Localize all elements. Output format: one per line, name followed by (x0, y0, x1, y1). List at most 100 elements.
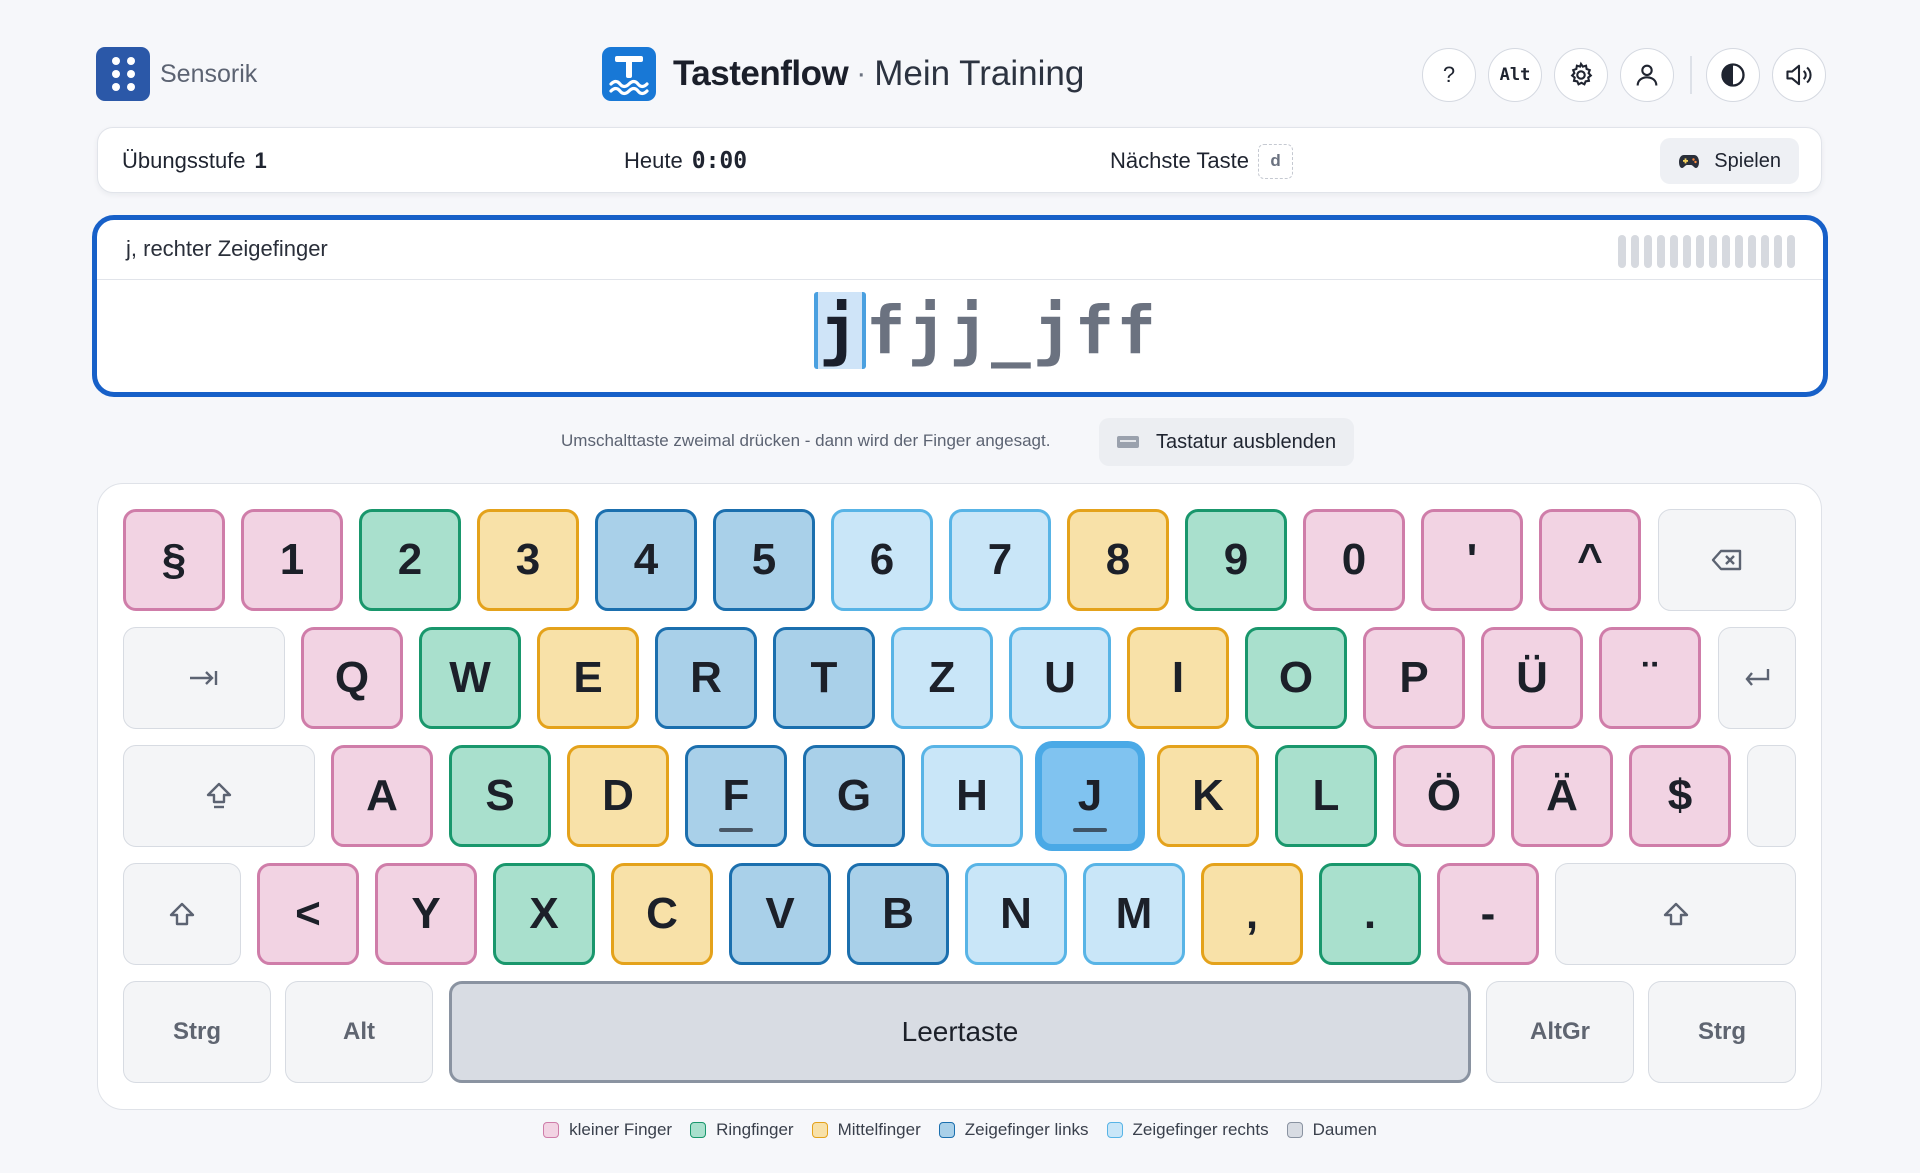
key-1-4[interactable]: 3 (477, 509, 579, 611)
key-label: M (1115, 889, 1153, 938)
key-4-3[interactable]: X (493, 863, 595, 965)
key-label: S (485, 771, 515, 820)
key-label: ' (1466, 535, 1478, 584)
help-button[interactable]: ? (1422, 48, 1476, 102)
gear-icon (1570, 61, 1593, 86)
key-2-8[interactable]: I (1127, 627, 1229, 729)
key-3-10[interactable]: Ö (1393, 745, 1495, 847)
contrast-button[interactable] (1706, 48, 1760, 102)
shift-right-key[interactable] (1555, 863, 1796, 965)
ctrl-right-key[interactable]: Strg (1648, 981, 1796, 1083)
key-2-7[interactable]: U (1009, 627, 1111, 729)
key-4-11[interactable]: - (1437, 863, 1539, 965)
legend-label: Zeigefinger rechts (1132, 1120, 1269, 1139)
key-1-3[interactable]: 2 (359, 509, 461, 611)
key-label: F (722, 771, 750, 820)
shift-left-key[interactable] (123, 863, 241, 965)
key-3-5[interactable]: G (803, 745, 905, 847)
progress-segment (1631, 235, 1639, 268)
key-1-8[interactable]: 7 (949, 509, 1051, 611)
legend-label: kleiner Finger (569, 1120, 673, 1139)
key-1-12[interactable]: ' (1421, 509, 1523, 611)
ctrl-left-key[interactable]: Strg (123, 981, 271, 1083)
hide-keyboard-button[interactable]: Tastatur ausblenden (1099, 418, 1355, 466)
key-1-11[interactable]: 0 (1303, 509, 1405, 611)
key-2-10[interactable]: P (1363, 627, 1465, 729)
key-label: Z (928, 653, 956, 702)
key-label: ^ (1577, 535, 1603, 584)
key-label: V (765, 889, 795, 938)
t-wave-logo-icon (602, 47, 656, 101)
key-2-4[interactable]: R (655, 627, 757, 729)
capslock-key[interactable] (123, 745, 315, 847)
key-4-7[interactable]: N (965, 863, 1067, 965)
space-key[interactable]: Leertaste (449, 981, 1471, 1083)
key-3-9[interactable]: L (1275, 745, 1377, 847)
key-4-2[interactable]: Y (375, 863, 477, 965)
key-4-8[interactable]: M (1083, 863, 1185, 965)
key-3-1[interactable]: A (331, 745, 433, 847)
hash-key[interactable] (1747, 745, 1796, 847)
progress-segment (1774, 235, 1782, 268)
key-1-6[interactable]: 5 (713, 509, 815, 611)
key-3-3[interactable]: D (567, 745, 669, 847)
key-1-10[interactable]: 9 (1185, 509, 1287, 611)
backspace-key[interactable] (1658, 509, 1796, 611)
key-3-11[interactable]: Ä (1511, 745, 1613, 847)
space-key-label: Leertaste (901, 1016, 1019, 1047)
key-1-13[interactable]: ^ (1539, 509, 1641, 611)
key-4-1[interactable]: < (257, 863, 359, 965)
play-button[interactable]: Spielen (1660, 138, 1799, 184)
key-2-12[interactable]: ¨ (1599, 627, 1701, 729)
key-3-2[interactable]: S (449, 745, 551, 847)
capslock-icon (206, 782, 232, 809)
key-3-4[interactable]: F (685, 745, 787, 847)
settings-button[interactable] (1554, 48, 1608, 102)
progress-segment (1657, 235, 1665, 268)
key-4-10[interactable]: . (1319, 863, 1421, 965)
exercise-header: j, rechter Zeigefinger (97, 220, 1823, 280)
key-label: N (1000, 889, 1032, 938)
legend-item: Ringfinger (690, 1120, 794, 1140)
key-label: < (295, 889, 321, 938)
key-3-8[interactable]: K (1157, 745, 1259, 847)
level-value: 1 (254, 148, 267, 173)
key-4-4[interactable]: C (611, 863, 713, 965)
key-3-6[interactable]: H (921, 745, 1023, 847)
enter-key[interactable] (1718, 627, 1796, 729)
legend-swatch (1106, 1122, 1123, 1138)
profile-button[interactable] (1620, 48, 1674, 102)
key-1-9[interactable]: 8 (1067, 509, 1169, 611)
key-1-1[interactable]: § (123, 509, 225, 611)
altgr-key[interactable]: AltGr (1486, 981, 1634, 1083)
key-label: O (1278, 653, 1314, 702)
alt-key[interactable]: Alt (285, 981, 433, 1083)
sound-button[interactable] (1772, 48, 1826, 102)
key-4-6[interactable]: B (847, 863, 949, 965)
key-4-5[interactable]: V (729, 863, 831, 965)
key-2-5[interactable]: T (773, 627, 875, 729)
altgr-key-label: AltGr (1530, 1018, 1590, 1045)
key-1-5[interactable]: 4 (595, 509, 697, 611)
key-4-9[interactable]: , (1201, 863, 1303, 965)
key-3-12[interactable]: $ (1629, 745, 1731, 847)
tab-key[interactable] (123, 627, 285, 729)
alt-text-button[interactable]: Alt (1488, 48, 1542, 102)
key-label: 7 (987, 535, 1013, 584)
level-stat: Übungsstufe 1 (122, 128, 267, 194)
key-label: 4 (633, 535, 659, 584)
legend-swatch (1286, 1122, 1303, 1138)
key-1-2[interactable]: 1 (241, 509, 343, 611)
exercise-panel[interactable]: j, rechter Zeigefinger jfjj_jff (92, 215, 1828, 397)
brand[interactable]: Sensorik (96, 47, 257, 101)
key-2-3[interactable]: E (537, 627, 639, 729)
key-1-7[interactable]: 6 (831, 509, 933, 611)
key-2-11[interactable]: Ü (1481, 627, 1583, 729)
exercise-text: jfjj_jff (97, 292, 1823, 369)
key-2-2[interactable]: W (419, 627, 521, 729)
key-2-1[interactable]: Q (301, 627, 403, 729)
level-label: Übungsstufe (122, 148, 246, 173)
key-3-7[interactable]: J (1039, 745, 1141, 847)
key-2-6[interactable]: Z (891, 627, 993, 729)
key-2-9[interactable]: O (1245, 627, 1347, 729)
